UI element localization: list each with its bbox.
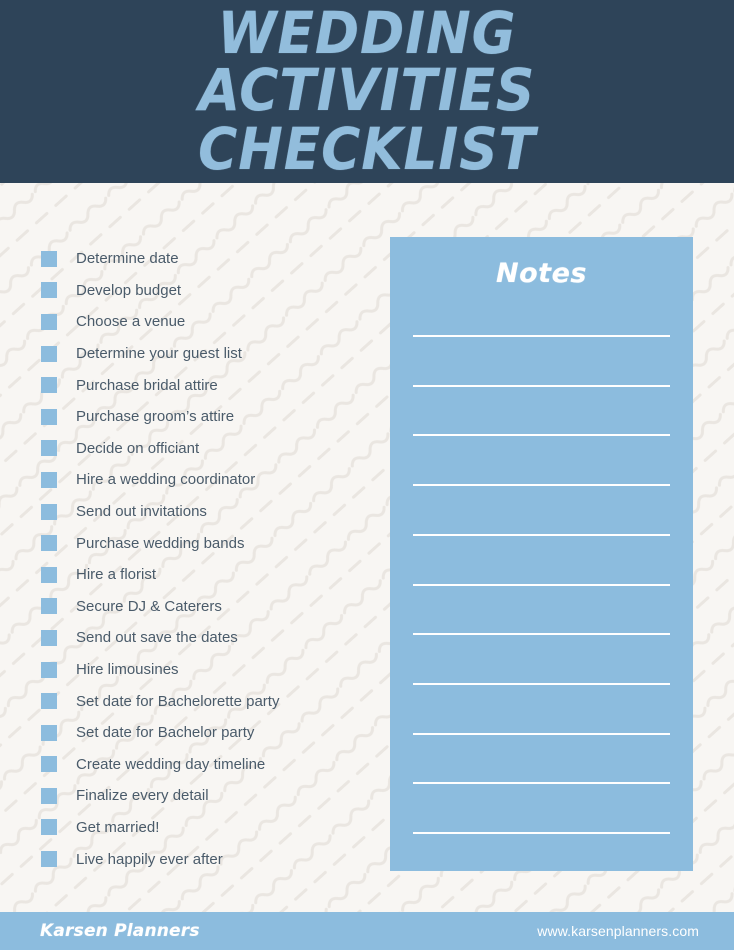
checkbox-icon[interactable] xyxy=(41,629,57,646)
checklist-item-label: Set date for Bachelorette party xyxy=(76,692,280,710)
page-title: WEDDING ACTIVITIES CHECKLIST xyxy=(29,0,704,183)
checklist-item[interactable]: Determine date xyxy=(41,243,371,275)
page-title-line-1: WEDDING ACTIVITIES xyxy=(198,0,536,125)
checklist-item-label: Get married! xyxy=(76,818,160,836)
checklist-item[interactable]: Set date for Bachelor party xyxy=(41,717,371,749)
notes-ruled-lines xyxy=(413,237,670,871)
checklist-item[interactable]: Purchase wedding bands xyxy=(41,527,371,559)
notes-line[interactable] xyxy=(413,533,670,536)
checkbox-icon[interactable] xyxy=(41,787,57,804)
checkbox-icon[interactable] xyxy=(41,819,57,836)
checkbox-icon[interactable] xyxy=(41,693,57,710)
checklist-item[interactable]: Finalize every detail xyxy=(41,780,371,812)
checkbox-icon[interactable] xyxy=(41,471,57,488)
checklist-item-label: Develop budget xyxy=(76,281,182,299)
checklist-item[interactable]: Purchase groom’s attire xyxy=(41,401,371,433)
checklist-item-label: Determine your guest list xyxy=(76,345,242,363)
checklist-item[interactable]: Decide on officiant xyxy=(41,433,371,465)
checklist-item-label: Send out save the dates xyxy=(76,629,238,647)
checklist-item-label: Purchase bridal attire xyxy=(76,376,218,394)
wedding-checklist-page: WEDDING ACTIVITIES CHECKLIST Determine d… xyxy=(0,0,734,950)
checklist-item[interactable]: Determine your guest list xyxy=(41,338,371,370)
checkbox-icon[interactable] xyxy=(41,503,57,520)
checklist-item[interactable]: Develop budget xyxy=(41,275,371,307)
checklist-item-label: Create wedding day timeline xyxy=(76,755,266,773)
checklist-item[interactable]: Purchase bridal attire xyxy=(41,369,371,401)
checkbox-icon[interactable] xyxy=(41,724,57,741)
checklist-item-label: Set date for Bachelor party xyxy=(76,724,255,742)
checkbox-icon[interactable] xyxy=(41,408,57,425)
checklist-item-label: Decide on officiant xyxy=(76,439,200,457)
footer-brand-name: Karsen Planners xyxy=(40,921,200,941)
checkbox-icon[interactable] xyxy=(41,282,57,299)
checkbox-icon[interactable] xyxy=(41,313,57,330)
checklist-item[interactable]: Choose a venue xyxy=(41,306,371,338)
footer-website-url[interactable]: www.karsenplanners.com xyxy=(537,923,699,939)
footer-banner: Karsen Planners www.karsenplanners.com xyxy=(0,912,734,950)
checklist-item[interactable]: Send out invitations xyxy=(41,496,371,528)
notes-line[interactable] xyxy=(413,633,670,636)
checklist-item[interactable]: Create wedding day timeline xyxy=(41,749,371,781)
notes-line[interactable] xyxy=(413,583,670,586)
checkbox-icon[interactable] xyxy=(41,377,57,394)
checklist: Determine date Develop budget Choose a ven… xyxy=(41,243,371,875)
checklist-item[interactable]: Hire a florist xyxy=(41,559,371,591)
checkbox-icon[interactable] xyxy=(41,440,57,457)
checkbox-icon[interactable] xyxy=(41,851,57,868)
checkbox-icon[interactable] xyxy=(41,661,57,678)
checklist-item-label: Hire a wedding coordinator xyxy=(76,471,256,489)
checklist-item[interactable]: Send out save the dates xyxy=(41,622,371,654)
checklist-item[interactable]: Set date for Bachelorette party xyxy=(41,685,371,717)
notes-line[interactable] xyxy=(413,335,670,337)
checklist-item[interactable]: Hire limousines xyxy=(41,654,371,686)
header-banner: WEDDING ACTIVITIES CHECKLIST xyxy=(0,0,734,183)
checklist-item-label: Secure DJ & Caterers xyxy=(76,597,222,615)
notes-line[interactable] xyxy=(413,484,670,487)
checklist-item-label: Live happily ever after xyxy=(76,850,223,868)
notes-line[interactable] xyxy=(413,434,670,437)
notes-line[interactable] xyxy=(413,832,670,834)
checkbox-icon[interactable] xyxy=(41,345,57,362)
checklist-item-label: Purchase wedding bands xyxy=(76,534,245,552)
checkbox-icon[interactable] xyxy=(41,535,57,552)
checklist-item-label: Purchase groom’s attire xyxy=(76,408,235,426)
notes-line[interactable] xyxy=(413,682,670,685)
checklist-item[interactable]: Secure DJ & Caterers xyxy=(41,591,371,623)
checklist-item-label: Hire a florist xyxy=(76,566,157,584)
checklist-item-label: Hire limousines xyxy=(76,661,179,679)
checklist-item-label: Choose a venue xyxy=(76,313,186,331)
notes-line[interactable] xyxy=(413,782,670,785)
checklist-item-label: Determine date xyxy=(76,250,179,268)
checkbox-icon[interactable] xyxy=(41,250,57,267)
notes-line[interactable] xyxy=(413,732,670,735)
checklist-item[interactable]: Live happily ever after xyxy=(41,843,371,875)
checklist-item-label: Send out invitations xyxy=(76,503,207,521)
page-title-line-2: CHECKLIST xyxy=(198,114,536,183)
checkbox-icon[interactable] xyxy=(41,566,57,583)
notes-panel[interactable]: Notes xyxy=(390,237,693,871)
checklist-item[interactable]: Hire a wedding coordinator xyxy=(41,464,371,496)
notes-line[interactable] xyxy=(413,384,670,387)
checklist-item[interactable]: Get married! xyxy=(41,812,371,844)
checklist-item-label: Finalize every detail xyxy=(76,787,209,805)
checkbox-icon[interactable] xyxy=(41,756,57,773)
checkbox-icon[interactable] xyxy=(41,598,57,615)
